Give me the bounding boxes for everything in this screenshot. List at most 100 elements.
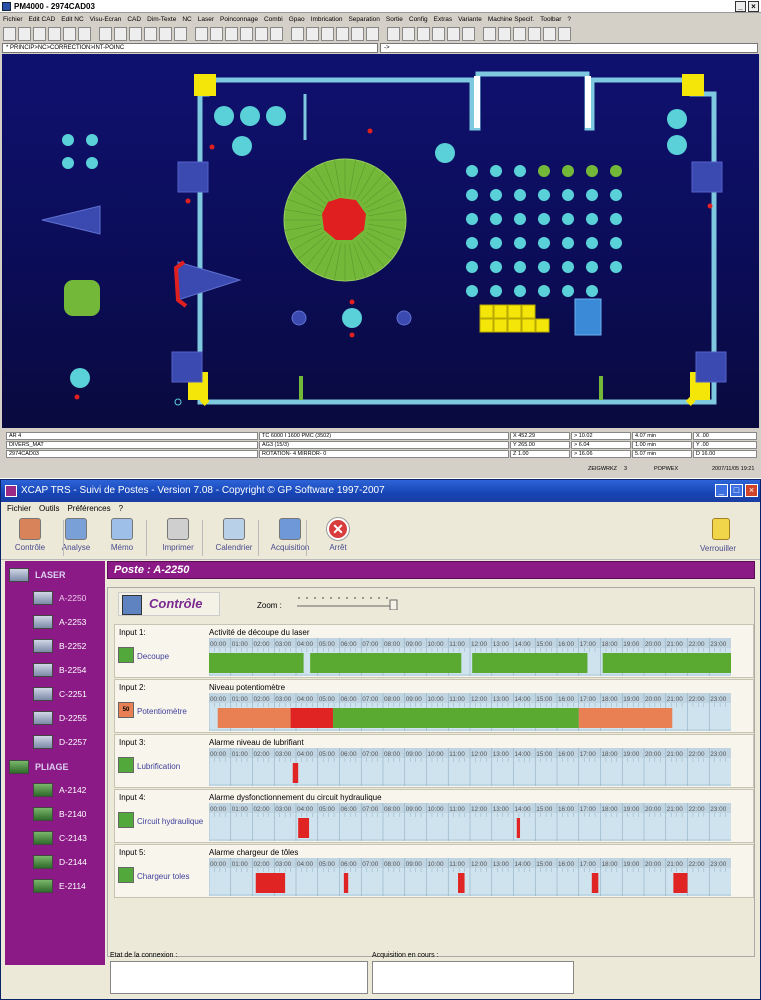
cad-menu-item[interactable]: Edit NC	[61, 16, 83, 23]
toolbar-button[interactable]	[321, 27, 334, 41]
toolbar-button[interactable]	[270, 27, 283, 41]
command-input[interactable]: ->	[380, 43, 758, 53]
toolbar-button[interactable]	[99, 27, 112, 41]
cad-menu-item[interactable]: Laser	[198, 16, 214, 23]
cad-menu-item[interactable]: Imbrication	[311, 16, 343, 23]
sidebar-item-laser[interactable]: A-2253	[33, 613, 103, 631]
sidebar-item-pliage[interactable]: E-2114	[33, 877, 103, 895]
sidebar-item-pliage[interactable]: D-2144	[33, 853, 103, 871]
cad-drawing-canvas[interactable]	[2, 54, 759, 428]
close-button[interactable]: ×	[748, 1, 759, 12]
cad-menu-item[interactable]: Toolbar	[540, 16, 561, 23]
tool-calendar-button[interactable]: Calendrier	[209, 518, 259, 560]
tool-acquisition-button[interactable]: Acquisition	[265, 518, 315, 560]
sidebar-item-laser[interactable]: B-2254	[33, 661, 103, 679]
toolbar-button[interactable]	[291, 27, 304, 41]
timeline-segment[interactable]	[591, 873, 599, 893]
zoom-slider[interactable]	[297, 596, 399, 610]
cad-menu-item[interactable]: Config	[409, 16, 428, 23]
lock-icon[interactable]	[712, 518, 730, 540]
timeline-chart[interactable]: 00:00 01:00 02:00 03:00 04:00 05:00 06:00 07:00…	[209, 638, 731, 676]
timeline-segment[interactable]	[602, 653, 731, 673]
toolbar-button[interactable]	[483, 27, 496, 41]
toolbar-button[interactable]	[195, 27, 208, 41]
tool-analyse-button[interactable]: Analyse	[51, 518, 101, 560]
sidebar-item-pliage[interactable]: B-2140	[33, 805, 103, 823]
group-laser[interactable]: LASER	[9, 565, 105, 585]
menu-item[interactable]: ?	[119, 504, 123, 513]
toolbar-button[interactable]	[225, 27, 238, 41]
timeline-segment[interactable]	[209, 653, 304, 673]
sidebar-item-laser[interactable]: D-2255	[33, 709, 103, 727]
toolbar-button[interactable]	[240, 27, 253, 41]
toolbar-button[interactable]	[447, 27, 460, 41]
sidebar-item-laser[interactable]: C-2251	[33, 685, 103, 703]
toolbar-button[interactable]	[351, 27, 364, 41]
sidebar-item-pliage[interactable]: A-2142	[33, 781, 103, 799]
command-path[interactable]: * PRINCIP>NC>CORRECTION>INT-POINC	[2, 43, 378, 53]
sidebar-item-laser[interactable]: A-2250	[33, 589, 103, 607]
timeline-segment[interactable]	[516, 818, 521, 838]
timeline-segment[interactable]	[472, 653, 588, 673]
timeline-segment[interactable]	[255, 873, 286, 893]
timeline-segment[interactable]	[292, 763, 299, 783]
tool-control-button[interactable]: Contrôle	[5, 518, 55, 560]
cad-menu-item[interactable]: Machine Specif.	[488, 16, 534, 23]
toolbar-button[interactable]	[3, 27, 16, 41]
toolbar-button[interactable]	[63, 27, 76, 41]
lock-label[interactable]: Verrouiller	[700, 544, 736, 553]
cad-menu-item[interactable]: Dim-Texte	[147, 16, 176, 23]
sidebar-item-laser[interactable]: B-2252	[33, 637, 103, 655]
zoom-thumb[interactable]	[389, 599, 398, 610]
toolbar-button[interactable]	[48, 27, 61, 41]
timeline-segment[interactable]	[343, 873, 349, 893]
toolbar-button[interactable]	[129, 27, 142, 41]
tool-print-button[interactable]: Imprimer	[153, 518, 203, 560]
timeline-segment[interactable]	[298, 818, 310, 838]
timeline-segment[interactable]	[578, 708, 673, 728]
toolbar-button[interactable]	[306, 27, 319, 41]
cad-menu-item[interactable]: Separation	[348, 16, 379, 23]
timeline-chart[interactable]: 00:00 01:00 02:00 03:00 04:00 05:00 06:00 07:00…	[209, 748, 731, 786]
toolbar-button[interactable]	[144, 27, 157, 41]
timeline-chart[interactable]: 00:00 01:00 02:00 03:00 04:00 05:00 06:00 07:00…	[209, 803, 731, 841]
timeline-segment[interactable]	[217, 708, 291, 728]
toolbar-button[interactable]	[18, 27, 31, 41]
toolbar-button[interactable]	[543, 27, 556, 41]
cad-menu-item[interactable]: Fichier	[3, 16, 23, 23]
cad-menu-item[interactable]: Extras	[434, 16, 452, 23]
toolbar-button[interactable]	[432, 27, 445, 41]
toolbar-button[interactable]	[33, 27, 46, 41]
toolbar-button[interactable]	[558, 27, 571, 41]
timeline-chart[interactable]: 00:00 01:00 02:00 03:00 04:00 05:00 06:00 07:00…	[209, 858, 731, 896]
input-name[interactable]: Chargeur toles	[137, 872, 189, 881]
cad-menu-item[interactable]: CAD	[127, 16, 141, 23]
cad-menu-item[interactable]: Visu-Ecran	[90, 16, 122, 23]
menu-item[interactable]: Outils	[39, 504, 59, 513]
minimize-button[interactable]: _	[715, 484, 728, 497]
toolbar-button[interactable]	[528, 27, 541, 41]
group-pliage[interactable]: PLIAGE	[9, 757, 105, 777]
cad-menu-item[interactable]: Gpao	[289, 16, 305, 23]
toolbar-button[interactable]	[417, 27, 430, 41]
timeline-segment[interactable]	[310, 653, 462, 673]
close-button[interactable]: ×	[745, 484, 758, 497]
toolbar-button[interactable]	[366, 27, 379, 41]
cad-menu-item[interactable]: Combi	[264, 16, 283, 23]
toolbar-button[interactable]	[255, 27, 268, 41]
tool-memo-button[interactable]: Mémo	[97, 518, 147, 560]
toolbar-button[interactable]	[498, 27, 511, 41]
input-name[interactable]: Lubrification	[137, 762, 180, 771]
toolbar-button[interactable]	[114, 27, 127, 41]
timeline-chart[interactable]: 00:00 01:00 02:00 03:00 04:00 05:00 06:00 07:00…	[209, 693, 731, 731]
toolbar-button[interactable]	[336, 27, 349, 41]
timeline-segment[interactable]	[290, 708, 333, 728]
sidebar-item-pliage[interactable]: C-2143	[33, 829, 103, 847]
maximize-button[interactable]: □	[730, 484, 743, 497]
menu-item[interactable]: Fichier	[7, 504, 31, 513]
input-name[interactable]: Circuit hydraulique	[137, 817, 203, 826]
menu-item[interactable]: Préférences	[67, 504, 110, 513]
toolbar-button[interactable]	[513, 27, 526, 41]
toolbar-button[interactable]	[210, 27, 223, 41]
tool-stop-button[interactable]: ✕ Arrêt	[313, 518, 363, 560]
